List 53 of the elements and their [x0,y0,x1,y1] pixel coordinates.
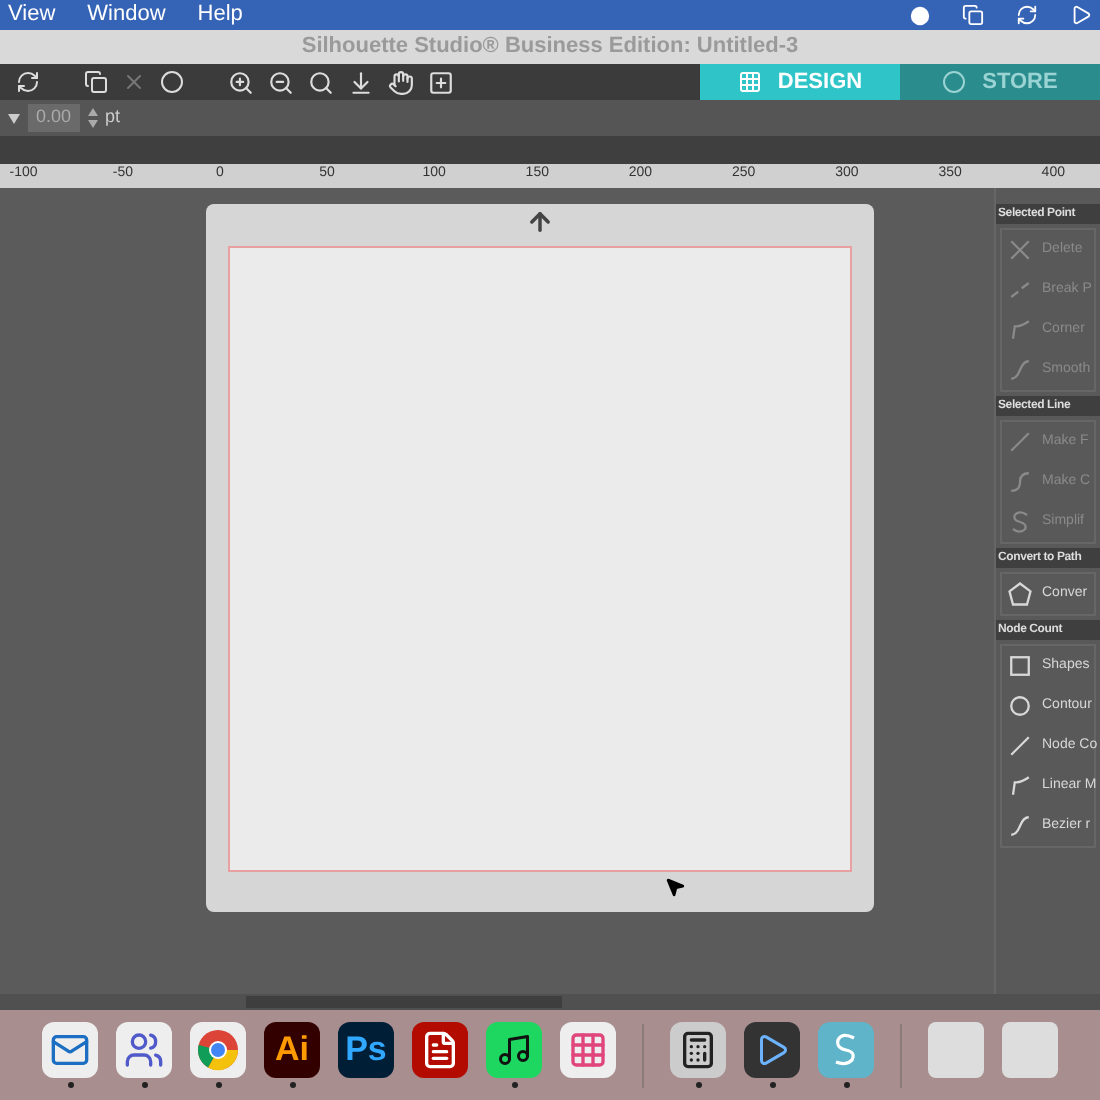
smooth-tool-icon [1006,356,1034,384]
zoom-in-icon[interactable] [228,69,254,95]
window-title: Silhouette Studio® Business Edition: Untitled-3 [301,32,799,63]
scrollbar[interactable] [246,996,562,1008]
copy-icon[interactable] [84,70,108,94]
square-tool-icon [1006,652,1034,680]
grid-icon [737,70,762,94]
calculator-icon [678,1030,718,1070]
down-arrow-icon[interactable] [348,69,374,95]
pentagon-tool-icon [1006,580,1034,608]
zoom-out-icon[interactable] [268,69,294,95]
dock-app[interactable] [116,1022,172,1078]
menu-item[interactable]: Help [197,0,243,32]
hand-icon[interactable] [388,69,414,95]
dock-app[interactable] [744,1022,800,1078]
spinner-icon[interactable] [87,108,98,128]
x-tool-icon [1006,236,1034,264]
search-icon[interactable] [308,69,334,95]
dock-app[interactable] [486,1022,542,1078]
ring-icon [194,1026,242,1074]
dock-app[interactable] [670,1022,726,1078]
screens-icon[interactable] [962,4,984,26]
grid-icon [568,1030,608,1070]
envelope-icon [50,1030,90,1070]
menu-item[interactable]: Window [87,0,166,32]
line-tool-icon [1006,732,1034,760]
corner-tool-icon [1006,316,1034,344]
dock-app[interactable] [42,1022,98,1078]
sync-icon[interactable] [1016,4,1038,26]
play-icon[interactable] [1070,4,1092,26]
menu-item[interactable]: View [8,0,56,32]
circle-icon[interactable] [160,70,184,94]
record-icon[interactable] [910,5,930,25]
dock-app[interactable] [412,1022,468,1078]
caret-icon[interactable] [8,113,20,123]
line-tool-icon [1006,428,1034,456]
corner-tool-icon [1006,772,1034,800]
up-arrow-icon [526,208,554,236]
curve-tool-icon [1006,468,1034,496]
refresh-icon[interactable] [16,70,40,94]
play-icon [754,1032,790,1068]
close-icon[interactable] [122,70,146,94]
circle-icon [942,70,967,94]
smooth-tool-icon [1006,812,1034,840]
people-icon [124,1030,164,1070]
dock-app[interactable]: Ai [264,1022,320,1078]
document-icon [420,1030,460,1070]
unit-label: pt [105,104,121,131]
music-icon [496,1032,532,1068]
plus-square-icon[interactable] [428,69,454,95]
dock-app[interactable]: Ps [338,1022,394,1078]
cursor-icon [664,876,686,898]
circle-tool-icon [1006,692,1034,720]
